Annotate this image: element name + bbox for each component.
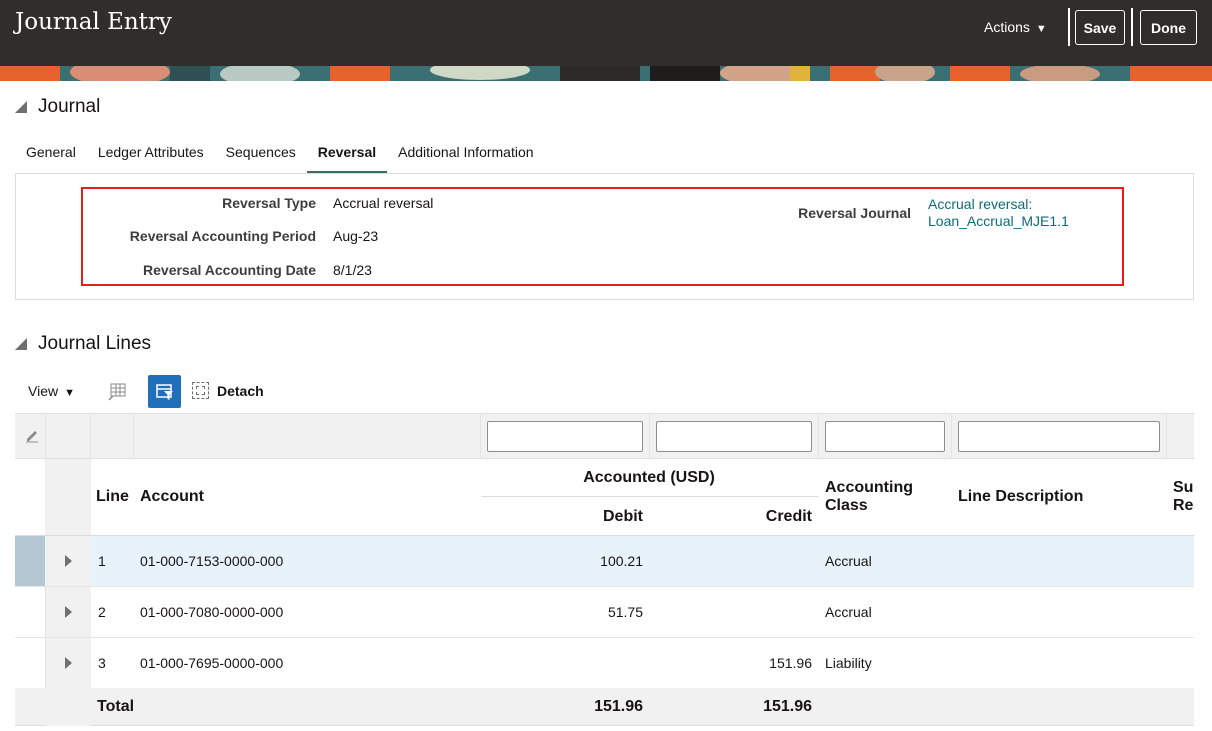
pencil-icon [24, 427, 40, 446]
reversal-type-label: Reversal Type [222, 195, 316, 211]
header-divider [1068, 8, 1070, 46]
page-header: Journal Entry Actions ▼ Save Done [0, 0, 1212, 66]
table-row[interactable]: 2 01-000-7080-0000-000 51.75 Accrual [15, 587, 1194, 638]
grid-line [480, 413, 481, 459]
cell-accounting-class: Liability [825, 655, 872, 671]
credit-filter-input[interactable] [656, 421, 812, 452]
done-button[interactable]: Done [1140, 10, 1197, 45]
reversal-journal-link-line2: Loan_Accrual_MJE1.1 [928, 213, 1069, 229]
cell-line: 2 [98, 604, 106, 620]
table-toolbar: View ▼ Detach [15, 374, 415, 408]
tab-reversal[interactable]: Reversal [306, 136, 388, 174]
cell-line: 3 [98, 655, 106, 671]
journal-section-title: Journal [38, 96, 101, 117]
col-header-partial-line2: Re [1173, 497, 1194, 514]
cell-debit: 100.21 [600, 553, 643, 569]
filter-row [15, 413, 1194, 459]
cell-account: 01-000-7695-0000-000 [140, 655, 284, 671]
row-selector[interactable] [15, 638, 45, 688]
col-header-credit[interactable]: Credit [649, 508, 812, 526]
header-divider [481, 496, 818, 497]
decorative-banner [0, 66, 1212, 81]
view-label: View [28, 383, 59, 399]
total-label: Total [97, 698, 135, 715]
reversal-journal-link[interactable]: Accrual reversal: Loan_Accrual_MJE1.1 [928, 196, 1069, 230]
header-divider [1131, 8, 1133, 46]
cell-credit: 151.96 [769, 655, 812, 671]
reversal-date-label: Reversal Accounting Date [143, 262, 316, 278]
journal-lines-title: Journal Lines [38, 333, 152, 354]
line-description-filter-input[interactable] [958, 421, 1160, 452]
collapse-triangle-icon [15, 338, 27, 350]
collapse-triangle-icon [15, 101, 27, 113]
accounting-class-filter-input[interactable] [825, 421, 945, 452]
col-header-line-description[interactable]: Line Description [958, 488, 1083, 506]
col-header-partial[interactable]: Su Re [1173, 479, 1194, 515]
reversal-journal-link-line1: Accrual reversal: [928, 196, 1033, 212]
detach-button[interactable]: Detach [192, 382, 264, 399]
view-menu[interactable]: View ▼ [28, 383, 75, 399]
row-selector[interactable] [15, 536, 45, 586]
journal-tabs: General Ledger Attributes Sequences Reve… [15, 136, 545, 174]
chevron-down-icon: ▼ [1035, 23, 1047, 35]
total-credit: 151.96 [763, 698, 812, 715]
debit-filter-input[interactable] [487, 421, 643, 452]
tab-ledger-attributes[interactable]: Ledger Attributes [87, 136, 215, 174]
cell-account: 01-000-7080-0000-000 [140, 604, 284, 620]
expand-row-icon[interactable] [46, 536, 91, 586]
query-by-example-icon[interactable] [148, 375, 181, 408]
freeze-columns-icon[interactable] [100, 375, 133, 408]
cell-accounting-class: Accrual [825, 604, 872, 620]
journal-lines-section-toggle[interactable]: Journal Lines [15, 333, 151, 355]
col-header-account[interactable]: Account [140, 488, 204, 506]
reversal-date-value: 8/1/23 [333, 262, 372, 278]
expand-row-icon[interactable] [46, 638, 91, 688]
cell-accounting-class: Accrual [825, 553, 872, 569]
grid-line [818, 413, 819, 459]
table-row[interactable]: 1 01-000-7153-0000-000 100.21 Accrual [15, 536, 1194, 587]
page-title: Journal Entry [15, 9, 172, 35]
grid-line [133, 413, 134, 459]
total-gutter [45, 688, 90, 726]
reversal-journal-label: Reversal Journal [798, 205, 911, 221]
col-header-accounting-class-line2: Class [825, 497, 868, 514]
table-row[interactable]: 3 01-000-7695-0000-000 151.96 Liability [15, 638, 1194, 689]
reversal-period-value: Aug-23 [333, 228, 379, 244]
reversal-type-value: Accrual reversal [333, 195, 434, 211]
col-header-accounted-usd: Accounted (USD) [583, 469, 715, 486]
cell-debit: 51.75 [607, 604, 643, 620]
actions-label: Actions [984, 19, 1030, 35]
actions-menu[interactable]: Actions ▼ [984, 19, 1047, 35]
col-header-partial-line1: Su [1173, 479, 1194, 496]
col-header-line[interactable]: Line [96, 488, 129, 506]
total-debit: 151.96 [594, 698, 643, 715]
col-header-debit[interactable]: Debit [480, 508, 643, 526]
tab-general[interactable]: General [15, 136, 87, 174]
grid-line [1166, 413, 1167, 459]
expand-column-header [45, 459, 91, 536]
col-header-accounting-class-line1: Accounting [825, 479, 913, 496]
chevron-down-icon: ▼ [64, 387, 75, 399]
col-header-accounting-class[interactable]: Accounting Class [825, 479, 913, 515]
reversal-period-label: Reversal Accounting Period [129, 228, 316, 244]
row-selector[interactable] [15, 587, 45, 637]
tab-sequences[interactable]: Sequences [215, 136, 307, 174]
expand-row-icon[interactable] [46, 587, 91, 637]
tab-additional-information[interactable]: Additional Information [387, 136, 544, 174]
detach-icon [192, 382, 209, 399]
cell-account: 01-000-7153-0000-000 [140, 553, 284, 569]
save-button[interactable]: Save [1075, 10, 1125, 45]
grid-line [649, 413, 650, 459]
total-row: Total 151.96 151.96 [15, 688, 1194, 726]
cell-line: 1 [98, 553, 106, 569]
grid-line [951, 413, 952, 459]
detach-label: Detach [217, 382, 264, 399]
journal-section-toggle[interactable]: Journal [15, 96, 100, 118]
